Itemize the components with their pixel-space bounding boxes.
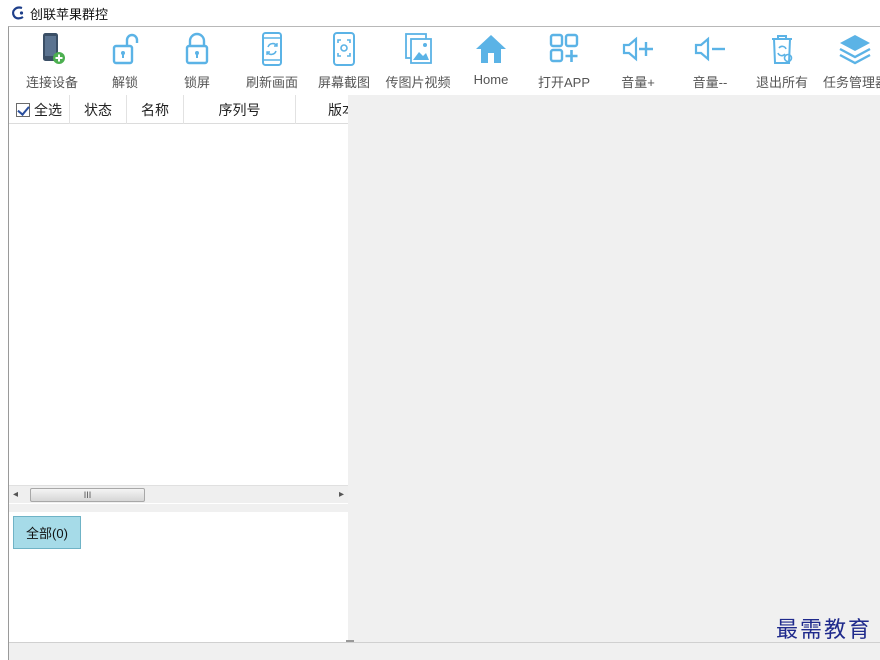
scroll-left-icon[interactable]: ◂	[13, 489, 18, 500]
open-app-label: 打开APP	[537, 75, 590, 90]
device-panel: 全选 状态 名称 序列号 版本 ◂ III ▸ 全部(0)	[9, 95, 348, 660]
horizontal-scrollbar[interactable]: ◂ III ▸	[9, 485, 348, 503]
home-icon	[476, 35, 506, 63]
all-group-button[interactable]: 全部(0)	[13, 516, 81, 549]
volume-up-label: 音量+	[621, 75, 655, 90]
refresh-screen-button[interactable]: 刷新画面	[235, 31, 309, 93]
connect-device-button[interactable]: 连接设备	[17, 31, 87, 93]
connect-device-label: 连接设备	[25, 75, 78, 90]
upload-media-button[interactable]: 传图片视频	[381, 31, 455, 93]
images-icon	[405, 33, 432, 64]
screenshot-icon	[333, 32, 355, 66]
status-bar	[9, 642, 880, 660]
home-button[interactable]: Home	[461, 31, 521, 93]
select-all-label: 全选	[34, 101, 62, 118]
panel-splitter[interactable]	[9, 504, 348, 512]
screen-view-area	[348, 95, 880, 641]
lock-screen-button[interactable]: 锁屏	[167, 31, 227, 93]
task-manager-label: 任务管理器	[823, 75, 880, 90]
title-bar: 创联苹果群控	[0, 0, 880, 26]
checkbox-checked-icon	[16, 102, 30, 117]
column-header-status[interactable]: 状态	[70, 95, 127, 124]
unlock-icon	[112, 33, 139, 65]
task-manager-button[interactable]: 任务管理器	[819, 31, 880, 93]
column-header-serial[interactable]: 序列号	[184, 95, 296, 124]
upload-media-label: 传图片视频	[385, 75, 451, 90]
refresh-screen-icon	[262, 32, 282, 66]
window-title: 创联苹果群控	[30, 6, 109, 22]
home-label: Home	[473, 72, 509, 87]
exit-all-button[interactable]: 退出所有	[749, 31, 815, 93]
trash-icon	[772, 35, 793, 64]
column-header-version[interactable]: 版本	[296, 95, 348, 124]
volume-down-label: 音量--	[692, 75, 728, 90]
scroll-right-icon[interactable]: ▸	[339, 489, 344, 500]
lock-screen-label: 锁屏	[183, 75, 210, 90]
app-logo-icon	[12, 6, 24, 20]
device-table-header: 全选 状态 名称 序列号 版本	[9, 95, 348, 124]
toolbar: 连接设备 解锁 锁屏 刷新画面 屏幕截图 传图片视频 Home 打开APP 音量…	[9, 27, 880, 95]
screenshot-button[interactable]: 屏幕截图	[309, 31, 379, 93]
volume-up-icon	[622, 36, 653, 62]
scrollbar-thumb[interactable]: III	[30, 488, 145, 502]
screenshot-label: 屏幕截图	[317, 75, 370, 90]
unlock-label: 解锁	[111, 75, 138, 90]
select-all-checkbox[interactable]: 全选	[9, 95, 70, 124]
volume-down-button[interactable]: 音量--	[681, 31, 739, 93]
open-app-button[interactable]: 打开APP	[531, 31, 597, 93]
column-header-name[interactable]: 名称	[127, 95, 184, 124]
layers-icon	[839, 35, 871, 65]
exit-all-label: 退出所有	[755, 75, 808, 90]
apps-icon	[549, 33, 579, 63]
group-panel: 全部(0)	[9, 512, 348, 642]
main-window: 连接设备 解锁 锁屏 刷新画面 屏幕截图 传图片视频 Home 打开APP 音量…	[8, 26, 880, 660]
refresh-screen-label: 刷新画面	[245, 75, 298, 90]
unlock-button[interactable]: 解锁	[95, 31, 155, 93]
watermark-text: 最需教育	[775, 618, 872, 643]
lock-icon	[185, 32, 209, 65]
volume-down-icon	[694, 36, 725, 62]
scrollbar-grip-icon: III	[83, 490, 92, 500]
phone-add-icon	[43, 33, 65, 64]
volume-up-button[interactable]: 音量+	[609, 31, 667, 93]
